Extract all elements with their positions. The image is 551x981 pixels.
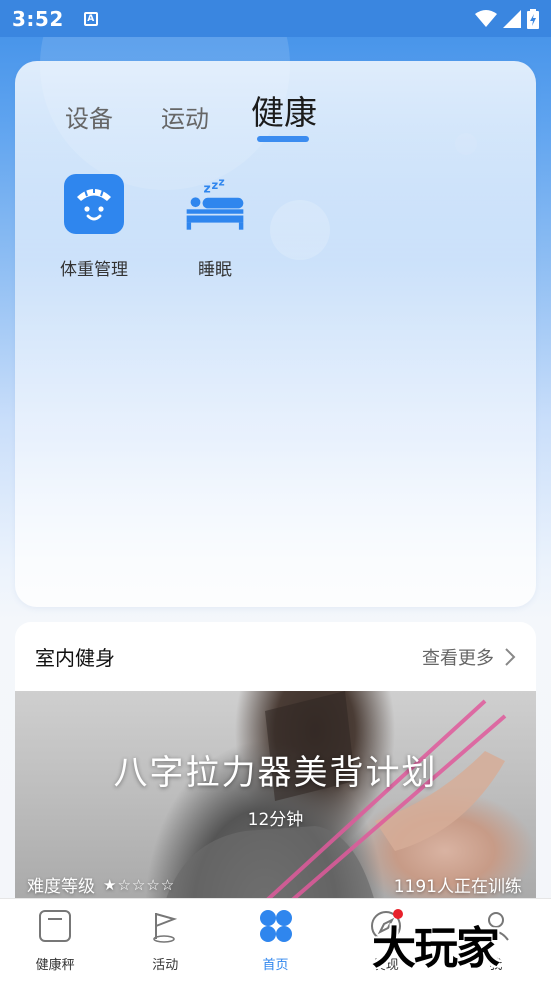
status-time: 3:52 [12, 6, 64, 31]
status-bar: 3:52 A [0, 0, 551, 37]
difficulty-label: 难度等级 [27, 877, 95, 897]
trainee-count: 1191人正在训练 [393, 877, 522, 897]
flag-icon [147, 908, 183, 944]
nav-label: 活动 [152, 958, 179, 973]
difficulty-rating: 难度等级 ★☆☆☆☆ [27, 872, 176, 898]
tile-weight-management[interactable]: 体重管理 [55, 173, 133, 280]
scale-icon [37, 908, 73, 944]
tab-health[interactable]: 健康 [251, 86, 317, 142]
svg-text:z: z [203, 180, 210, 195]
banner-duration: 12分钟 [247, 810, 304, 830]
view-more-link[interactable]: 查看更多 [422, 644, 516, 670]
tab-sports[interactable]: 运动 [161, 99, 209, 134]
indoor-fitness-card: 室内健身 查看更多 八字拉力器美背计划 12分钟 难度等级 ★☆☆☆☆ 1191… [15, 622, 536, 902]
banner-figure-art [165, 691, 507, 902]
health-card: 设备 运动 健康 体重管理 z z z 睡眠 [15, 61, 536, 607]
workout-banner[interactable]: 八字拉力器美背计划 12分钟 难度等级 ★☆☆☆☆ 1191人正在训练 [15, 691, 536, 902]
nav-label: 首页 [262, 958, 289, 973]
watermark-logo: 大玩家 [372, 923, 500, 974]
tab-health-label: 健康 [251, 93, 317, 132]
svg-text:z: z [219, 175, 225, 188]
fitness-header: 室内健身 查看更多 [15, 622, 536, 691]
status-icons [475, 8, 539, 29]
tab-devices[interactable]: 设备 [65, 99, 113, 134]
health-tiles: 体重管理 z z z 睡眠 [55, 173, 297, 280]
wifi-icon [475, 9, 497, 27]
view-more-label: 查看更多 [422, 647, 494, 669]
battery-icon [527, 8, 539, 29]
star-rating: ★☆☆☆☆ [103, 875, 176, 894]
tab-active-indicator [257, 136, 309, 142]
nav-item-home[interactable]: 首页 [220, 899, 330, 981]
section-title: 室内健身 [35, 646, 115, 670]
chevron-right-icon [505, 647, 516, 666]
tile-label: 体重管理 [60, 260, 128, 280]
category-tabs: 设备 运动 健康 [65, 86, 317, 142]
tile-sleep[interactable]: z z z 睡眠 [176, 173, 254, 280]
nav-label: 健康秤 [35, 958, 75, 973]
nav-item-activity[interactable]: 活动 [110, 899, 220, 981]
tile-label: 睡眠 [198, 260, 232, 280]
nav-item-scale[interactable]: 健康秤 [0, 899, 110, 981]
svg-text:z: z [211, 178, 218, 192]
banner-title: 八字拉力器美背计划 [113, 753, 438, 793]
scale-face-icon [63, 173, 125, 235]
notification-icon: A [83, 11, 98, 26]
sleep-bed-icon: z z z [184, 173, 246, 235]
home-clover-icon [258, 908, 294, 944]
signal-icon [503, 9, 521, 28]
